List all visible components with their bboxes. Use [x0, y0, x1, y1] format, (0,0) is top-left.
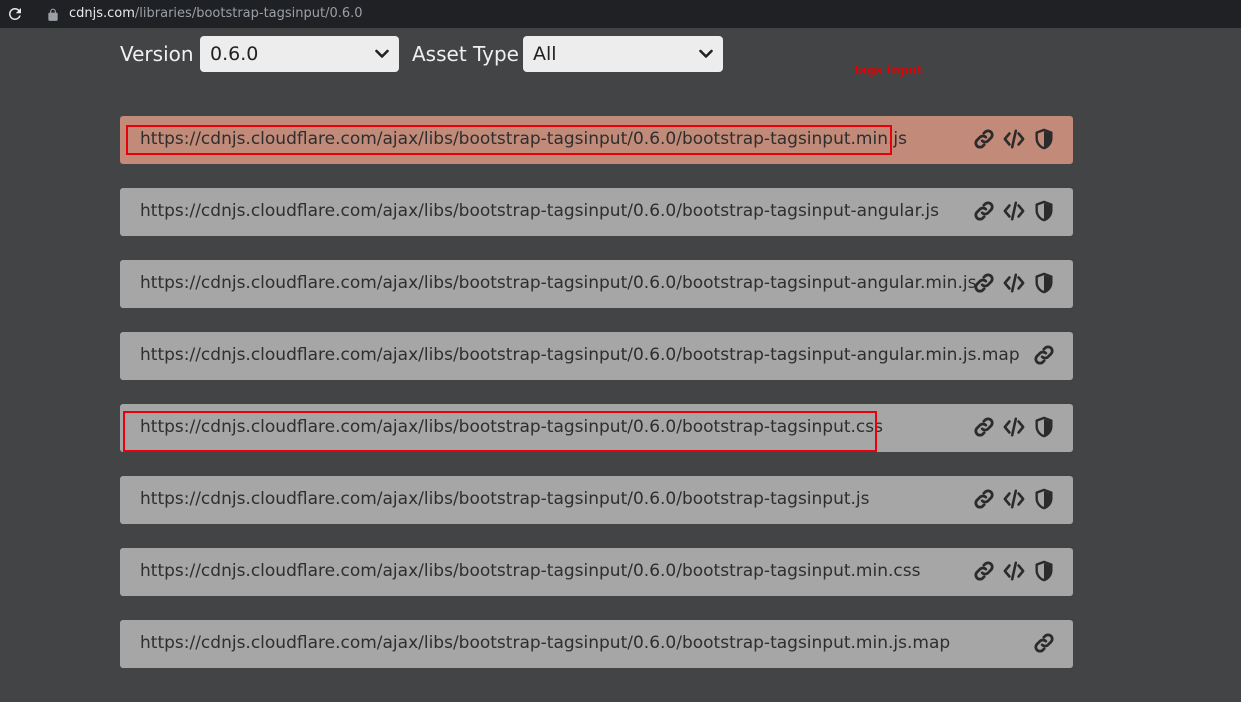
asset-url[interactable]: https://cdnjs.cloudflare.com/ajax/libs/b…: [140, 116, 907, 162]
link-icon[interactable]: [973, 488, 995, 510]
asset-actions: [965, 127, 1055, 151]
shield-icon[interactable]: [1033, 128, 1055, 150]
lock-icon[interactable]: [46, 7, 60, 21]
asset-row[interactable]: https://cdnjs.cloudflare.com/ajax/libs/b…: [120, 476, 1073, 524]
link-icon[interactable]: [973, 560, 995, 582]
version-label: Version: [120, 42, 194, 66]
asset-row[interactable]: https://cdnjs.cloudflare.com/ajax/libs/b…: [120, 620, 1073, 668]
browser-address-bar: cdnjs.com/libraries/bootstrap-tagsinput/…: [0, 0, 1241, 28]
chevron-down-icon: [699, 49, 713, 58]
link-icon[interactable]: [973, 128, 995, 150]
asset-url[interactable]: https://cdnjs.cloudflare.com/ajax/libs/b…: [140, 476, 870, 522]
asset-type-select-value: All: [533, 43, 557, 65]
asset-type-label: Asset Type: [412, 42, 519, 66]
shield-icon[interactable]: [1033, 200, 1055, 222]
asset-row[interactable]: https://cdnjs.cloudflare.com/ajax/libs/b…: [120, 404, 1073, 452]
code-icon[interactable]: [1003, 128, 1025, 150]
link-icon[interactable]: [973, 416, 995, 438]
link-icon[interactable]: [973, 272, 995, 294]
code-icon[interactable]: [1003, 416, 1025, 438]
chevron-down-icon: [375, 49, 389, 58]
version-select-value: 0.6.0: [210, 43, 259, 65]
asset-type-select[interactable]: All: [523, 36, 723, 72]
asset-url[interactable]: https://cdnjs.cloudflare.com/ajax/libs/b…: [140, 332, 1020, 378]
asset-row[interactable]: https://cdnjs.cloudflare.com/ajax/libs/b…: [120, 116, 1073, 164]
code-icon[interactable]: [1003, 272, 1025, 294]
asset-actions: [965, 487, 1055, 511]
asset-actions: [1025, 343, 1055, 367]
asset-url[interactable]: https://cdnjs.cloudflare.com/ajax/libs/b…: [140, 260, 976, 306]
code-icon[interactable]: [1003, 560, 1025, 582]
asset-actions: [965, 199, 1055, 223]
asset-url[interactable]: https://cdnjs.cloudflare.com/ajax/libs/b…: [140, 548, 920, 594]
shield-icon[interactable]: [1033, 560, 1055, 582]
asset-url[interactable]: https://cdnjs.cloudflare.com/ajax/libs/b…: [140, 188, 939, 234]
shield-icon[interactable]: [1033, 272, 1055, 294]
asset-row[interactable]: https://cdnjs.cloudflare.com/ajax/libs/b…: [120, 548, 1073, 596]
asset-row[interactable]: https://cdnjs.cloudflare.com/ajax/libs/b…: [120, 188, 1073, 236]
asset-actions: [1025, 631, 1055, 655]
url-path: /libraries/bootstrap-tagsinput/0.6.0: [134, 6, 363, 21]
annotation-label: tags input: [854, 63, 923, 77]
asset-actions: [965, 559, 1055, 583]
version-select[interactable]: 0.6.0: [200, 36, 399, 72]
asset-actions: [965, 271, 1055, 295]
asset-url[interactable]: https://cdnjs.cloudflare.com/ajax/libs/b…: [140, 620, 950, 666]
code-icon[interactable]: [1003, 488, 1025, 510]
asset-row[interactable]: https://cdnjs.cloudflare.com/ajax/libs/b…: [120, 332, 1073, 380]
asset-url[interactable]: https://cdnjs.cloudflare.com/ajax/libs/b…: [140, 404, 883, 450]
shield-icon[interactable]: [1033, 488, 1055, 510]
code-icon[interactable]: [1003, 200, 1025, 222]
url-domain: cdnjs.com: [69, 6, 135, 21]
link-icon[interactable]: [1033, 344, 1055, 366]
url-field[interactable]: cdnjs.com/libraries/bootstrap-tagsinput/…: [69, 5, 363, 23]
link-icon[interactable]: [1033, 632, 1055, 654]
asset-row[interactable]: https://cdnjs.cloudflare.com/ajax/libs/b…: [120, 260, 1073, 308]
link-icon[interactable]: [973, 200, 995, 222]
asset-actions: [965, 415, 1055, 439]
shield-icon[interactable]: [1033, 416, 1055, 438]
reload-icon[interactable]: [6, 5, 24, 23]
